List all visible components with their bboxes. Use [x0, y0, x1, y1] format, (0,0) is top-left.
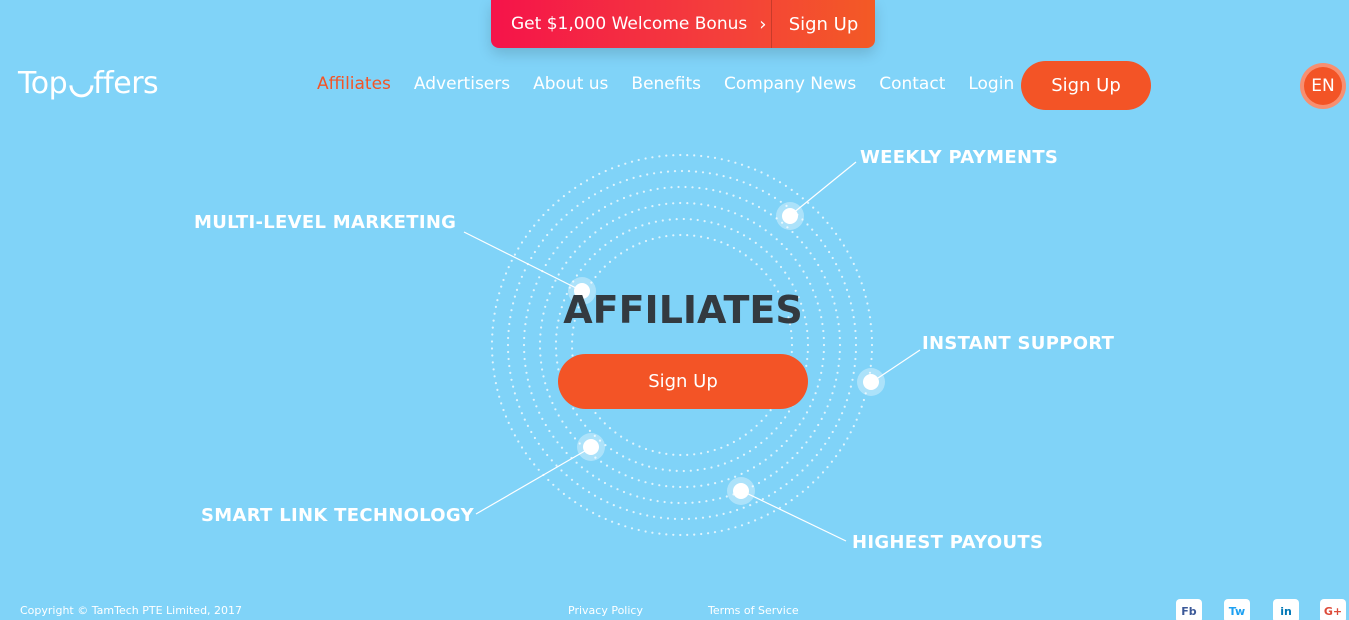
- terms-of-service-link[interactable]: Terms of Service: [708, 604, 799, 617]
- feature-instant-support: INSTANT SUPPORT: [922, 333, 1115, 354]
- feature-smart-link-technology: SMART LINK TECHNOLOGY: [201, 505, 474, 526]
- feature-highest-payouts: HIGHEST PAYOUTS: [852, 532, 1044, 553]
- feature-weekly-payments: WEEKLY PAYMENTS: [860, 147, 1059, 168]
- node-payouts: [727, 477, 755, 505]
- dotted-rings: [490, 153, 874, 537]
- copyright-text: Copyright © TamTech PTE Limited, 2017: [20, 604, 243, 617]
- node-support: [857, 368, 885, 396]
- privacy-policy-link[interactable]: Privacy Policy: [568, 604, 643, 617]
- hero-signup-button[interactable]: Sign Up: [558, 354, 808, 409]
- twitter-icon[interactable]: Tw: [1224, 599, 1250, 620]
- node-weekly: [776, 202, 804, 230]
- connector-lines: [463, 161, 921, 542]
- node-smartlink: [577, 433, 605, 461]
- google-plus-icon[interactable]: G+: [1320, 599, 1346, 620]
- linkedin-icon[interactable]: in: [1273, 599, 1299, 620]
- hero-title: AFFILIATES: [563, 288, 803, 332]
- feature-multi-level-marketing: MULTI-LEVEL MARKETING: [194, 212, 457, 233]
- facebook-icon[interactable]: Fb: [1176, 599, 1202, 620]
